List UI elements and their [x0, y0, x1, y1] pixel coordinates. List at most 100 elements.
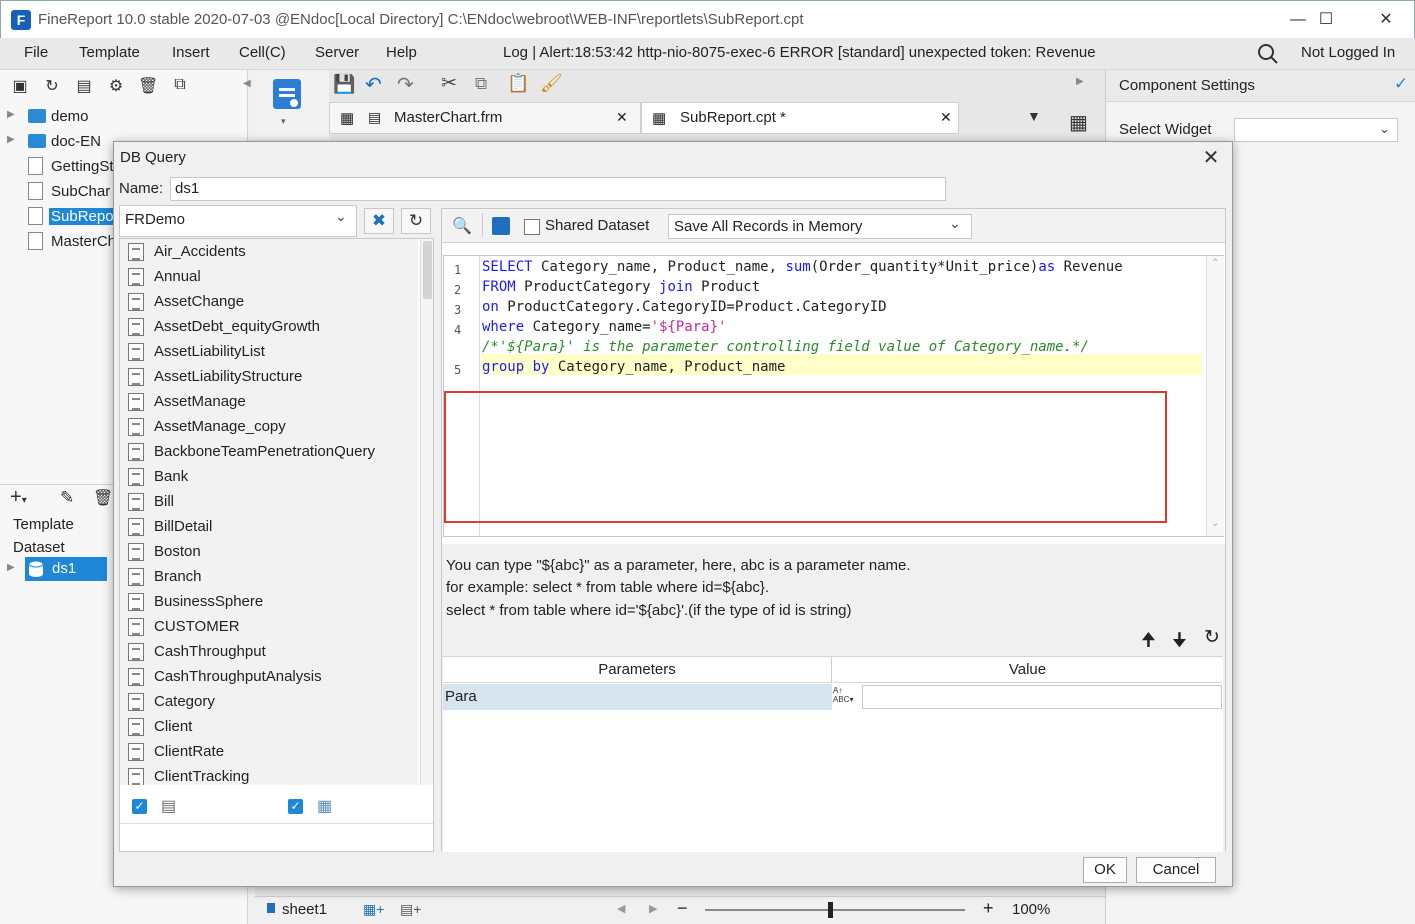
scroll-down-icon[interactable]: ⌄	[1211, 518, 1219, 529]
collapse-right-icon[interactable]: ▶	[1076, 76, 1084, 87]
log-message[interactable]: Log | Alert:18:53:42 http-nio-8075-exec-…	[503, 44, 1096, 61]
add-sheet-icon[interactable]: ▦+	[363, 901, 384, 918]
delete-icon[interactable]: 🗑	[138, 76, 158, 96]
select-widget-dropdown[interactable]: ⌄	[1234, 118, 1398, 142]
tab-menu-icon[interactable]: ▼	[1027, 108, 1041, 124]
delete-dataset-icon[interactable]: 🗑	[93, 488, 113, 508]
move-down-icon[interactable]: 🠋	[1172, 628, 1187, 658]
save-query-icon[interactable]	[492, 217, 510, 235]
list-item[interactable]: BillDetail	[128, 515, 418, 540]
preview-icon[interactable]: 🔍	[452, 216, 472, 236]
list-item[interactable]: Air_Accidents	[128, 240, 418, 265]
list-item[interactable]: ClientTracking	[128, 765, 418, 785]
show-tables-checkbox[interactable]: ✓	[132, 799, 147, 814]
copy-icon[interactable]: ⧉	[170, 76, 190, 96]
list-item[interactable]: CashThroughputAnalysis	[128, 665, 418, 690]
list-item[interactable]: ClientRate	[128, 740, 418, 765]
list-item[interactable]: AssetManage	[128, 390, 418, 415]
paste-icon[interactable]: 📋	[507, 73, 529, 94]
param-name-cell[interactable]: Para	[443, 684, 832, 710]
close-icon[interactable]: ✕	[1200, 145, 1222, 170]
list-item[interactable]: AssetDebt_equityGrowth	[128, 315, 418, 340]
list-item[interactable]: AssetLiabilityStructure	[128, 365, 418, 390]
undo-icon[interactable]: ↶	[365, 72, 382, 97]
zoom-out-icon[interactable]: −	[677, 898, 688, 919]
scroll-right-icon[interactable]: ▶	[649, 902, 657, 915]
collapse-left-icon[interactable]: ◀	[243, 78, 251, 89]
tab-masterchart[interactable]: ▦ ▤ MasterChart.frm ✕	[329, 102, 641, 134]
name-input[interactable]: ds1	[170, 177, 946, 201]
refresh-connection-icon[interactable]: ↻	[401, 208, 431, 234]
list-item[interactable]: Boston	[128, 540, 418, 565]
list-item[interactable]: Client	[128, 715, 418, 740]
scroll-left-icon[interactable]: ◀	[617, 902, 625, 915]
list-item[interactable]: CashThroughput	[128, 640, 418, 665]
cut-icon[interactable]: ✂	[441, 72, 457, 95]
scroll-up-icon[interactable]: ⌃	[1211, 258, 1219, 269]
zoom-slider[interactable]	[705, 909, 965, 911]
tree-item-demo[interactable]: ▶ demo	[0, 104, 248, 129]
layout-icon[interactable]: ▦	[1069, 110, 1088, 135]
dataset-toolbar-icon[interactable]	[270, 76, 304, 112]
dropdown-arrow-icon[interactable]: ▾	[281, 116, 286, 127]
maximize-button[interactable]: ☐	[1311, 7, 1341, 33]
menu-file[interactable]: File	[24, 44, 48, 61]
add-form-sheet-icon[interactable]: ▤+	[400, 901, 421, 918]
list-item[interactable]: AssetManage_copy	[128, 415, 418, 440]
add-dataset-icon[interactable]: +▾	[10, 486, 27, 509]
ok-button[interactable]: OK	[1083, 857, 1127, 883]
expand-arrow-icon[interactable]: ▶	[7, 134, 15, 145]
show-views-checkbox[interactable]: ✓	[288, 799, 303, 814]
param-value-input[interactable]	[862, 685, 1222, 709]
list-item[interactable]: BackboneTeamPenetrationQuery	[128, 440, 418, 465]
expand-arrow-icon[interactable]: ▶	[7, 109, 15, 120]
menu-server[interactable]: Server	[315, 44, 359, 61]
type-selector-icon[interactable]: A↑ ABC▾	[833, 684, 861, 710]
pin-icon[interactable]: ✓	[1394, 74, 1408, 94]
edit-icon[interactable]: ✎	[60, 488, 74, 508]
save-icon[interactable]: 💾	[333, 74, 355, 95]
menu-insert[interactable]: Insert	[172, 44, 210, 61]
dataset-item-ds1[interactable]: ds1	[25, 557, 107, 581]
memory-option-select[interactable]: Save All Records in Memory ⌄	[668, 214, 972, 239]
refresh-params-icon[interactable]: ↻	[1204, 626, 1220, 649]
menu-cell[interactable]: Cell(C)	[239, 44, 286, 61]
expand-arrow-icon[interactable]: ▶	[7, 562, 15, 573]
format-painter-icon[interactable]: 🖌	[540, 73, 563, 94]
login-status[interactable]: Not Logged In	[1301, 44, 1395, 61]
close-tab-icon[interactable]: ✕	[940, 109, 952, 126]
refresh-icon[interactable]: ↻	[42, 76, 62, 96]
tab-subreport[interactable]: ▦ SubReport.cpt * ✕	[641, 102, 959, 134]
minimize-button[interactable]: —	[1283, 7, 1313, 33]
sql-editor-scrollbar[interactable]: ⌃ ⌄	[1206, 256, 1224, 536]
connection-settings-icon[interactable]: ✖	[364, 208, 394, 234]
list-item[interactable]: BusinessSphere	[128, 590, 418, 615]
move-up-icon[interactable]: 🠉	[1141, 628, 1156, 658]
connection-select[interactable]: FRDemo ⌄	[119, 205, 357, 237]
table-list-scrollbar[interactable]	[420, 239, 433, 785]
list-item[interactable]: Branch	[128, 565, 418, 590]
new-folder-icon[interactable]: ▣	[10, 76, 30, 96]
list-item[interactable]: AssetLiabilityList	[128, 340, 418, 365]
zoom-in-icon[interactable]: +	[983, 898, 994, 919]
copy-toolbar-icon[interactable]: ⧉	[475, 74, 487, 94]
redo-icon[interactable]: ↷	[397, 72, 414, 97]
scrollbar-thumb[interactable]	[423, 241, 432, 299]
close-tab-icon[interactable]: ✕	[616, 109, 628, 126]
list-item[interactable]: CUSTOMER	[128, 615, 418, 640]
close-window-button[interactable]: ✕	[1371, 7, 1401, 33]
shared-dataset-checkbox[interactable]	[524, 219, 540, 235]
list-item[interactable]: Category	[128, 690, 418, 715]
zoom-slider-handle[interactable]	[828, 902, 833, 918]
open-icon[interactable]: ▤	[74, 76, 94, 96]
list-item[interactable]: Bank	[128, 465, 418, 490]
sheet-tab[interactable]: sheet1	[282, 901, 327, 918]
menu-template[interactable]: Template	[79, 44, 140, 61]
list-item[interactable]: AssetChange	[128, 290, 418, 315]
list-item[interactable]: Annual	[128, 265, 418, 290]
table-search-input[interactable]	[122, 825, 431, 849]
settings-icon[interactable]: ⚙	[106, 76, 126, 96]
list-item[interactable]: Bill	[128, 490, 418, 515]
search-icon[interactable]	[1257, 43, 1279, 65]
menu-help[interactable]: Help	[386, 44, 417, 61]
